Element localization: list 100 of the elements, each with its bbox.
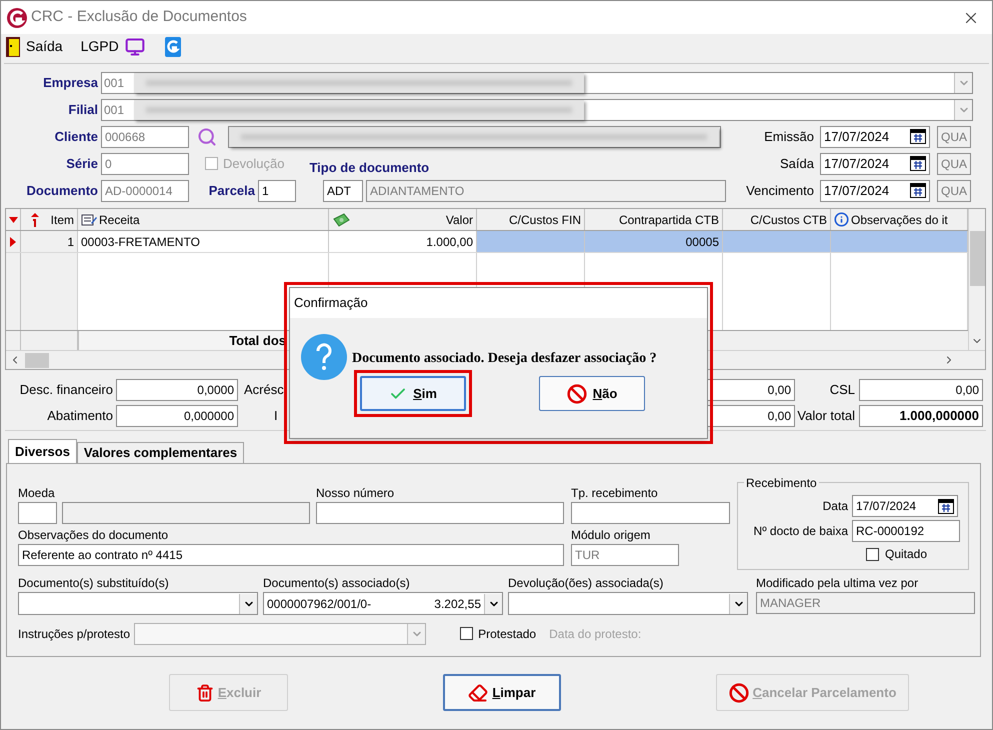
input-field[interactable]: AD-0000014 xyxy=(101,180,189,202)
search-icon[interactable] xyxy=(197,126,217,146)
field-label: Tp. recebimento xyxy=(571,485,659,502)
input-field[interactable]: 0,000000 xyxy=(116,404,238,426)
dialog-message: Documento associado. Deseja desfazer associação ? xyxy=(352,350,657,368)
input-field[interactable]: 1.000,000000 xyxy=(859,404,983,426)
calendar-icon[interactable] xyxy=(910,156,926,171)
field-label: Abatimento xyxy=(46,406,113,425)
tab[interactable]: Diversos xyxy=(8,439,77,463)
logo-icon[interactable] xyxy=(164,36,181,56)
column-header[interactable]: C/Custos FIN xyxy=(477,209,585,230)
weekday-field[interactable]: QUA xyxy=(937,126,971,148)
dialog-button[interactable]: Não xyxy=(539,376,645,411)
sort-icon[interactable] xyxy=(30,212,40,226)
combo-field[interactable] xyxy=(18,592,258,615)
app-logo-icon xyxy=(7,8,27,28)
column-header[interactable]: Contrapartida CTB xyxy=(585,209,723,230)
input-field[interactable]: MANAGER xyxy=(756,592,975,614)
eraser-icon xyxy=(468,682,488,702)
field-label: Nº docto de baixa xyxy=(754,523,848,540)
input-field[interactable]: ADT xyxy=(323,180,363,202)
input-field[interactable] xyxy=(316,502,564,524)
input-field[interactable]: RC-0000192 xyxy=(852,520,960,542)
field-label: Modificado pela ultima vez por xyxy=(756,575,920,592)
column-header[interactable]: Valor xyxy=(329,209,477,230)
row-pointer-icon xyxy=(10,236,16,246)
field-label: Protestado xyxy=(478,626,536,642)
row-indicator[interactable] xyxy=(6,231,21,252)
combo-field[interactable] xyxy=(508,592,748,615)
input-field[interactable]: 0 xyxy=(101,152,189,174)
input-field[interactable] xyxy=(18,502,57,524)
field-label: Parcela xyxy=(208,182,255,200)
checkbox[interactable] xyxy=(460,627,474,640)
tab[interactable]: Valores complementares xyxy=(76,442,244,463)
field-label: Módulo origem xyxy=(571,527,652,544)
field-label: Filial xyxy=(67,100,98,119)
field-label: Documento(s) substituído(s) xyxy=(18,575,170,592)
action-button[interactable]: Limpar xyxy=(443,674,561,711)
ban-icon xyxy=(566,384,587,404)
table-cell: 00003-FRETAMENTO xyxy=(78,231,329,252)
field-label: Moeda xyxy=(18,485,56,502)
date-field[interactable]: 17/07/2024 xyxy=(820,126,930,148)
question-icon xyxy=(301,334,347,380)
vertical-scrollbar[interactable] xyxy=(968,209,985,350)
ban-icon xyxy=(728,682,749,702)
toolbar-button[interactable]: LGPD xyxy=(80,36,119,57)
field-label: Data xyxy=(822,498,848,515)
weekday-field[interactable]: QUA xyxy=(937,152,971,174)
table-cell: 00005 xyxy=(585,231,723,252)
date-field[interactable]: 17/07/2024 xyxy=(820,180,930,202)
checkbox[interactable] xyxy=(866,548,879,560)
door-icon xyxy=(6,36,20,56)
field-label: I xyxy=(274,406,278,425)
weekday-field[interactable]: QUA xyxy=(937,180,971,202)
toolbar-button[interactable]: Saída xyxy=(6,36,63,57)
field-label: Acrésc xyxy=(244,380,284,399)
field-label: Documento xyxy=(26,182,98,200)
dialog-button[interactable]: Sim xyxy=(360,376,466,411)
date-field[interactable]: 17/07/2024 xyxy=(820,152,930,174)
input-field[interactable]: 0,00 xyxy=(859,378,983,400)
combo-field[interactable]: 001 xyxy=(101,72,973,94)
window-title: CRC - Exclusão de Documentos xyxy=(31,7,247,28)
field-label: Devolução xyxy=(223,154,284,173)
field-label: Saída xyxy=(779,154,815,173)
input-field[interactable] xyxy=(571,502,730,524)
field-label: Instruções p/protesto xyxy=(18,626,130,642)
input-field[interactable] xyxy=(62,502,310,524)
scroll-thumb[interactable] xyxy=(970,231,984,286)
calendar-icon[interactable] xyxy=(910,183,926,198)
field-label: Observações do documento xyxy=(18,527,170,544)
field-label: Emissão xyxy=(763,128,815,146)
date-field[interactable]: 17/07/2024 xyxy=(852,495,958,517)
trash-icon xyxy=(196,684,214,702)
dialog-title: Confirmação xyxy=(294,294,368,312)
field-label: Devolução(ões) associada(s) xyxy=(508,575,664,592)
field-label: Quitado xyxy=(885,546,928,563)
field-label: Série xyxy=(65,154,98,173)
input-field[interactable]: Referente ao contrato nº 4415 xyxy=(18,544,564,566)
calendar-icon[interactable] xyxy=(910,129,926,144)
scroll-thumb[interactable] xyxy=(25,352,49,368)
input-field[interactable]: 000668 xyxy=(101,126,189,148)
field-label: Documento(s) associado(s) xyxy=(263,575,411,592)
column-header[interactable]: Receita xyxy=(78,209,329,230)
input-field[interactable]: ADIANTAMENTO xyxy=(366,180,726,202)
input-field[interactable]: TUR xyxy=(571,544,679,566)
input-field[interactable]: 1 xyxy=(258,180,296,202)
column-header[interactable]: C/Custos CTB xyxy=(723,209,831,230)
field-label: Empresa xyxy=(42,74,98,92)
input-field[interactable]: 0,0000 xyxy=(116,378,238,400)
combo-field[interactable]: 001 xyxy=(101,98,973,120)
field-label: Vencimento xyxy=(745,182,815,200)
note-icon xyxy=(81,212,97,226)
money-icon xyxy=(332,212,350,226)
field-label: Cliente xyxy=(54,128,98,146)
combo-field[interactable]: 0000007962/001/0- 3.202,55 xyxy=(263,592,503,615)
calendar-icon[interactable] xyxy=(938,498,954,514)
column-header[interactable]: Item xyxy=(21,209,78,230)
sort-arrow-icon[interactable] xyxy=(8,216,18,222)
field-label: Tipo de documento xyxy=(309,160,430,174)
monitor-icon[interactable] xyxy=(124,36,145,56)
